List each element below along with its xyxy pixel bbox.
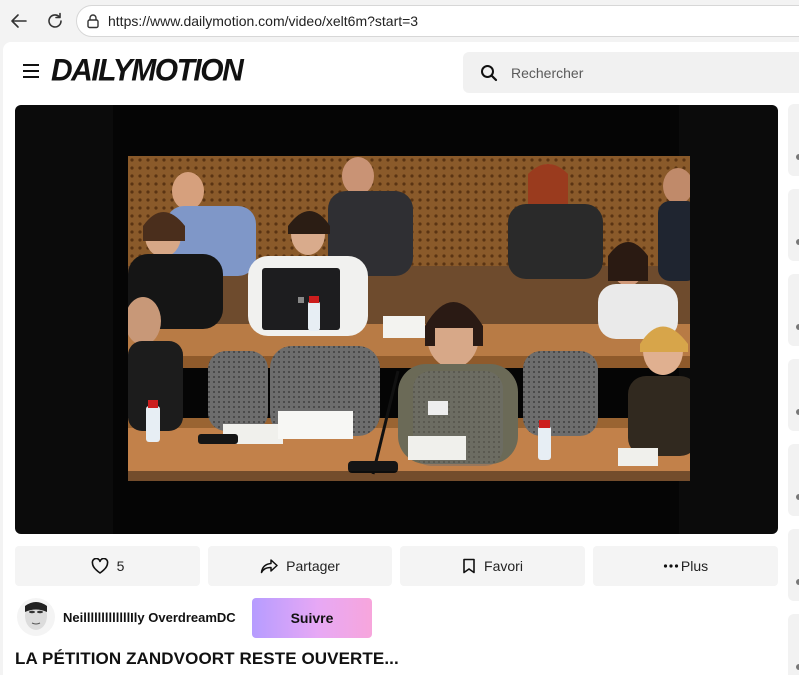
related-video-card[interactable] [788, 189, 799, 261]
favorite-label: Favori [484, 558, 523, 574]
heart-icon [91, 558, 108, 574]
video-title: LA PÉTITION ZANDVOORT RESTE OUVERTE... [15, 649, 399, 668]
back-icon[interactable] [7, 9, 31, 33]
dailymotion-logo[interactable]: DAILYMOTION [51, 53, 244, 89]
favorite-button[interactable]: Favori [400, 546, 585, 586]
like-count: 5 [116, 558, 125, 574]
video-player[interactable] [15, 105, 778, 534]
channel-name[interactable]: NeilllllllllllllIly OverdreamDC [63, 610, 236, 625]
share-button[interactable]: Partager [208, 546, 392, 586]
menu-icon[interactable] [23, 64, 39, 78]
related-video-card[interactable] [788, 614, 799, 675]
more-button[interactable]: Plus [593, 546, 778, 586]
share-label: Partager [286, 558, 340, 574]
like-button[interactable]: 5 [15, 546, 200, 586]
search-input[interactable] [511, 63, 791, 83]
share-icon [260, 559, 278, 574]
browser-toolbar: https://www.dailymotion.com/video/xelt6m… [0, 0, 799, 42]
video-actions: 5 Partager Favori Plus [15, 546, 778, 586]
related-video-card[interactable] [788, 104, 799, 176]
lock-icon[interactable] [85, 13, 101, 29]
more-label: Plus [680, 558, 709, 574]
url-text: https://www.dailymotion.com/video/xelt6m… [108, 13, 419, 29]
follow-button[interactable]: Suivre [252, 598, 372, 638]
video-frame [128, 156, 690, 481]
related-video-card[interactable] [788, 444, 799, 516]
related-video-card[interactable] [788, 274, 799, 346]
address-bar[interactable]: https://www.dailymotion.com/video/xelt6m… [76, 5, 799, 37]
ellipsis-icon [663, 564, 678, 568]
related-video-card[interactable] [788, 529, 799, 601]
search-icon [481, 65, 498, 82]
reload-icon[interactable] [43, 9, 67, 33]
related-video-card[interactable] [788, 359, 799, 431]
related-videos-sidebar [788, 104, 799, 675]
channel-avatar[interactable] [17, 598, 55, 636]
page: DAILYMOTION Rechercher 5 Partager Favori… [3, 42, 799, 675]
search-bar[interactable] [463, 52, 799, 93]
bookmark-icon [463, 558, 475, 574]
